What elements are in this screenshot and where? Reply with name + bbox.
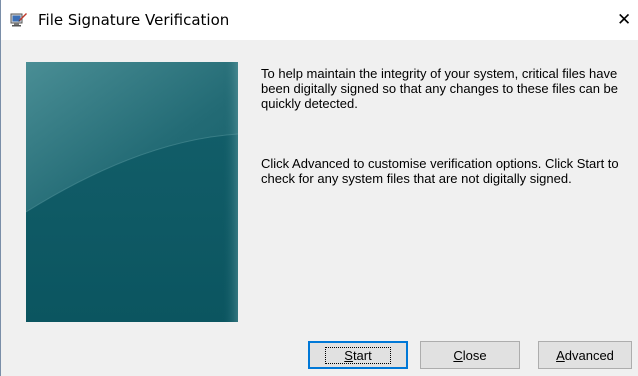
- advanced-button-label: Advanced: [556, 347, 614, 363]
- window-title: File Signature Verification: [38, 11, 230, 29]
- close-icon: ✕: [617, 10, 632, 30]
- sigverif-dialog: File Signature Verification ✕ To help ma…: [0, 0, 638, 376]
- close-button[interactable]: Close: [420, 341, 520, 369]
- title-bar[interactable]: File Signature Verification ✕: [1, 0, 638, 40]
- banner-image: [26, 62, 238, 322]
- sigverif-app-icon: [10, 11, 28, 28]
- instructions-paragraph: Click Advanced to customise verification…: [261, 156, 619, 186]
- start-button[interactable]: Start: [308, 341, 408, 369]
- intro-paragraph: To help maintain the integrity of your s…: [261, 66, 619, 111]
- close-button-label: Close: [453, 347, 487, 363]
- start-button-label: Start: [325, 346, 391, 364]
- advanced-button[interactable]: Advanced: [538, 341, 632, 369]
- close-window-button[interactable]: ✕: [617, 6, 638, 34]
